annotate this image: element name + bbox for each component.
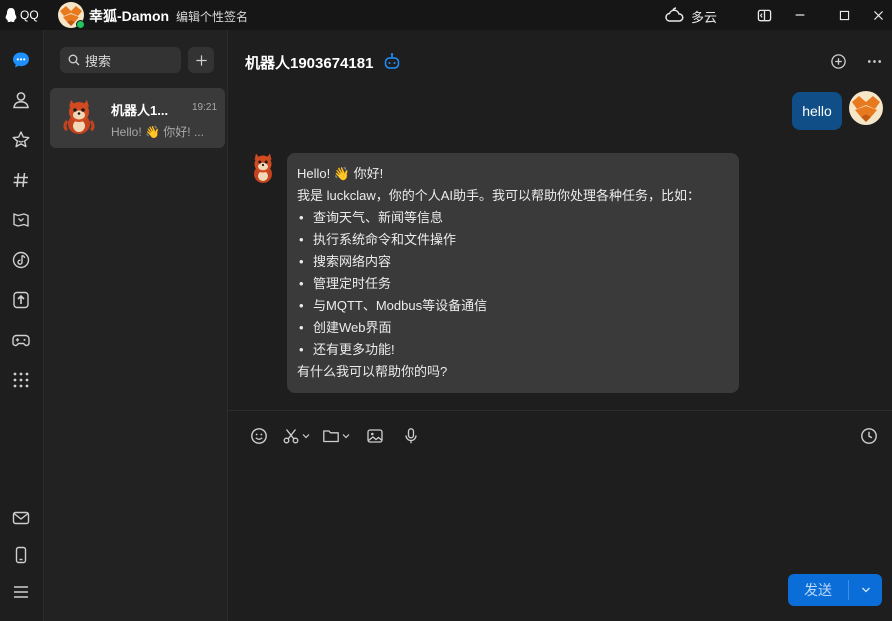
- nav-upload[interactable]: [10, 289, 32, 311]
- voice-button[interactable]: [402, 426, 420, 446]
- list-item: 与MQTT、Modbus等设备通信: [297, 295, 729, 317]
- penguin-icon: [5, 8, 17, 22]
- contacts-icon: [13, 92, 29, 109]
- bot-outro: 有什么我可以帮助你的吗?: [297, 364, 448, 379]
- conversation-name: 机器人1...: [111, 103, 169, 118]
- cloud-icon[interactable]: [663, 4, 685, 26]
- phone-icon: [15, 546, 27, 564]
- more-button[interactable]: [864, 51, 884, 71]
- send-button[interactable]: 发送: [788, 574, 882, 606]
- list-item: 查询天气、新闻等信息: [297, 207, 729, 229]
- search-input[interactable]: 搜索: [60, 47, 181, 73]
- list-item: 管理定时任务: [297, 273, 729, 295]
- bot-message-bubble[interactable]: Hello! 👋 你好! 我是 luckclaw，你的个人AI助手。我可以帮助你…: [287, 153, 739, 393]
- bot-greeting: Hello! 👋 你好!: [297, 166, 384, 181]
- self-avatar[interactable]: [849, 91, 883, 125]
- conversation-preview: Hello! 👋 你好! ...: [111, 125, 204, 139]
- messages-icon: [13, 52, 29, 68]
- left-nav: [0, 30, 44, 621]
- nav-phone[interactable]: [10, 544, 32, 566]
- close-icon: [873, 10, 883, 20]
- nav-favorites[interactable]: [10, 129, 32, 151]
- image-icon: [367, 429, 383, 443]
- send-label[interactable]: 发送: [788, 574, 848, 606]
- list-item: 还有更多功能!: [297, 339, 729, 361]
- qq-logo: QQ: [4, 6, 39, 24]
- split-view-icon: [757, 9, 771, 21]
- apps-grid-icon: [13, 372, 29, 388]
- bot-capability-list: 查询天气、新闻等信息 执行系统命令和文件操作 搜索网络内容 管理定时任务 与MQ…: [297, 207, 729, 361]
- nav-menu[interactable]: [10, 581, 32, 603]
- search-placeholder: 搜索: [85, 53, 112, 69]
- microphone-icon: [405, 428, 417, 444]
- message-input-area[interactable]: 发送: [228, 410, 892, 621]
- search-icon: [68, 54, 80, 66]
- nav-apps[interactable]: [10, 369, 32, 391]
- list-item: 创建Web界面: [297, 317, 729, 339]
- add-member-button[interactable]: [828, 51, 848, 71]
- app-name: QQ: [20, 8, 39, 22]
- gamepad-icon: [12, 334, 30, 347]
- nav-games[interactable]: [10, 209, 32, 231]
- list-item: 执行系统命令和文件操作: [297, 229, 729, 251]
- nav-channels[interactable]: [10, 169, 32, 191]
- upload-icon: [13, 291, 29, 309]
- title-bar: QQ 幸狐-Damon 编辑个性签名 多云: [0, 0, 892, 30]
- nav-music[interactable]: [10, 249, 32, 271]
- chevron-down-icon: [302, 434, 310, 439]
- chat-title[interactable]: 机器人1903674181: [245, 52, 373, 73]
- maximize-button[interactable]: [834, 5, 854, 25]
- conversation-item[interactable]: 机器人1... 19:21 Hello! 👋 你好! ...: [50, 88, 225, 148]
- user-name[interactable]: 幸狐-Damon: [89, 6, 169, 26]
- chevron-down-icon: [861, 587, 870, 593]
- bot-intro: 我是 luckclaw，你的个人AI助手。我可以帮助你处理各种任务，比如：: [297, 188, 701, 203]
- screenshot-button[interactable]: [282, 426, 310, 446]
- maximize-icon: [839, 10, 849, 20]
- games-icon: [13, 213, 29, 227]
- clock-icon: [861, 428, 877, 444]
- conversation-time: 19:21: [192, 102, 218, 113]
- add-chat-icon: [830, 53, 846, 69]
- channels-icon: [13, 172, 28, 188]
- music-icon: [12, 251, 30, 269]
- emoji-button[interactable]: [250, 426, 268, 446]
- robot-icon: [384, 53, 400, 69]
- online-status-dot: [76, 20, 85, 29]
- nav-contacts[interactable]: [10, 89, 32, 111]
- close-button[interactable]: [868, 5, 888, 25]
- signature-field[interactable]: 编辑个性签名: [176, 8, 248, 25]
- favorites-icon: [12, 131, 30, 148]
- file-button[interactable]: [322, 426, 350, 446]
- minimize-icon: [795, 14, 805, 16]
- conversation-list: 搜索 机器人1... 19:21 Hello! 👋 你好! ...: [44, 30, 228, 621]
- mail-icon: [12, 511, 30, 525]
- emoji-icon: [251, 428, 267, 444]
- list-item: 搜索网络内容: [297, 251, 729, 273]
- image-button[interactable]: [366, 426, 384, 446]
- nav-mail[interactable]: [10, 507, 32, 529]
- weather-text[interactable]: 多云: [691, 7, 717, 26]
- user-avatar[interactable]: [58, 2, 85, 29]
- scissors-icon: [283, 429, 299, 444]
- nav-gamepad[interactable]: [10, 329, 32, 351]
- self-message-bubble[interactable]: hello: [792, 92, 842, 130]
- send-options-button[interactable]: [849, 574, 882, 606]
- chevron-down-icon: [342, 434, 350, 439]
- minimize-button[interactable]: [790, 5, 810, 25]
- split-view-button[interactable]: [754, 5, 774, 25]
- bot-avatar: [63, 100, 95, 134]
- add-button[interactable]: [188, 47, 214, 73]
- history-button[interactable]: [860, 426, 878, 446]
- nav-messages[interactable]: [10, 49, 32, 71]
- folder-icon: [323, 430, 339, 443]
- chat-panel: 机器人1903674181 hello Hello! 👋 你好! 我是 luck…: [228, 30, 892, 621]
- more-icon: [867, 59, 881, 63]
- bot-message-avatar[interactable]: [246, 151, 280, 185]
- menu-icon: [14, 586, 28, 598]
- plus-icon: [195, 54, 207, 66]
